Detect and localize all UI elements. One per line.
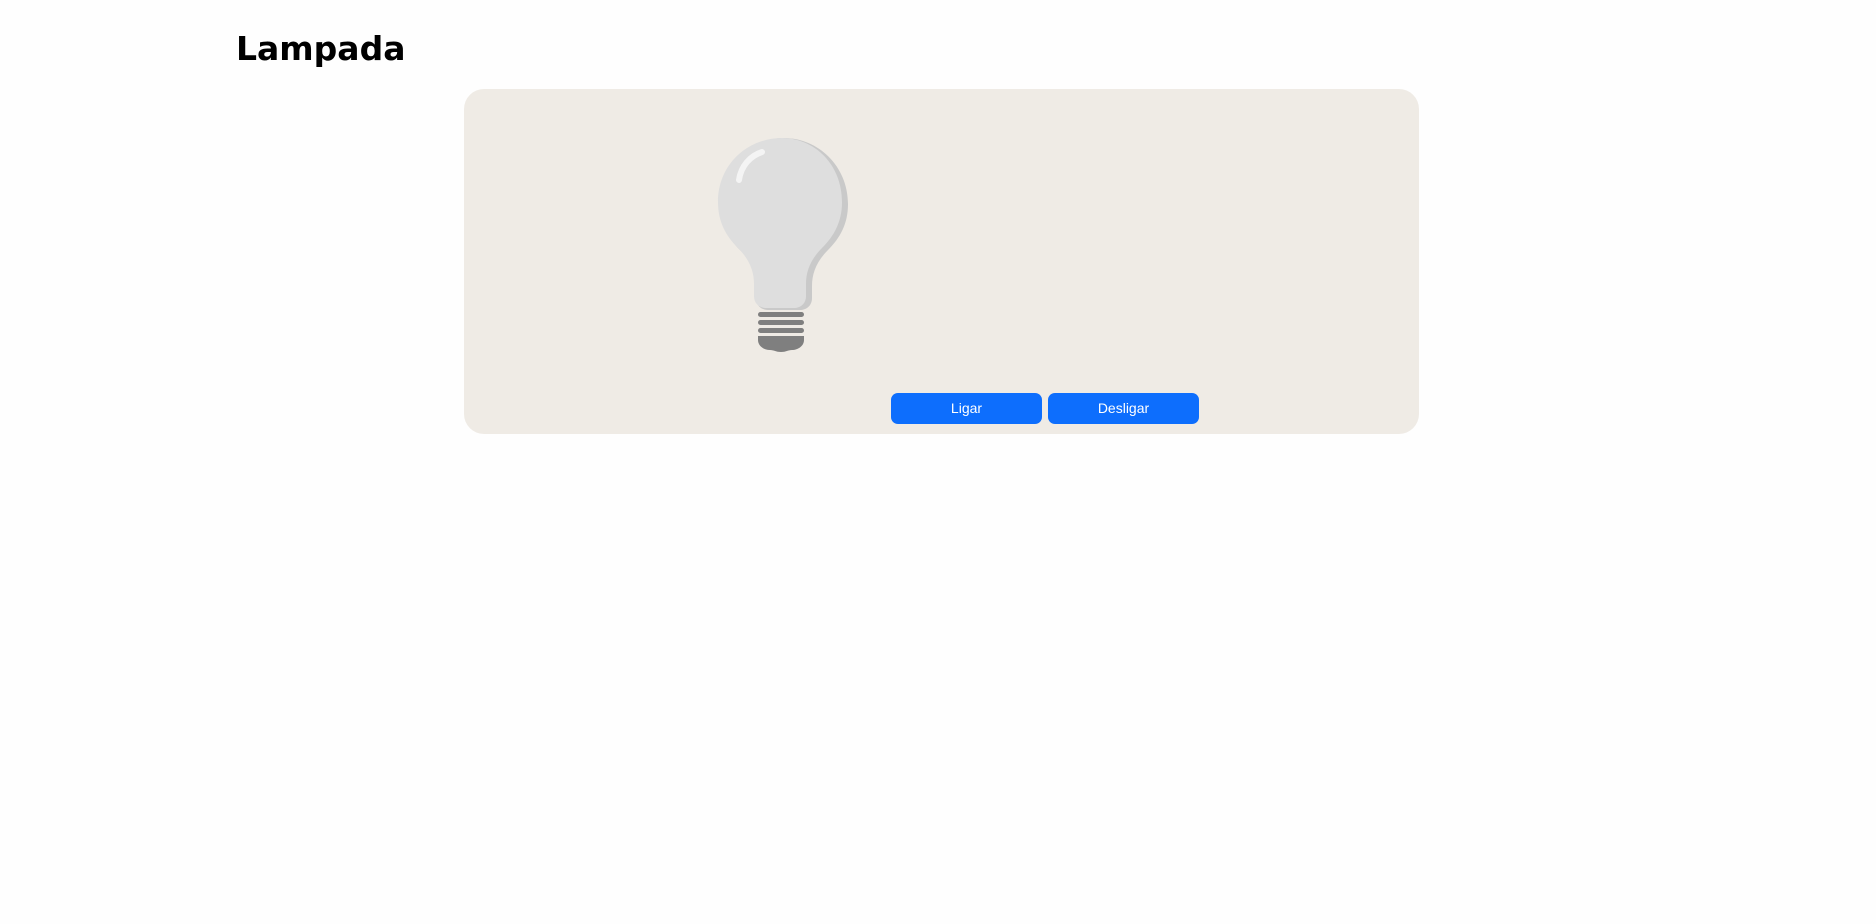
page-title: Lampada (236, 29, 406, 68)
turn-off-button[interactable]: Desligar (1048, 393, 1199, 424)
bulb-cap (758, 336, 804, 352)
lightbulb-icon (718, 138, 848, 352)
bulb-thread (758, 320, 804, 325)
lamp-panel: Ligar Desligar (464, 89, 1419, 434)
bulb-thread (758, 312, 804, 317)
bulb-thread (758, 328, 804, 333)
bulb-glass (718, 138, 842, 308)
turn-on-button[interactable]: Ligar (891, 393, 1042, 424)
